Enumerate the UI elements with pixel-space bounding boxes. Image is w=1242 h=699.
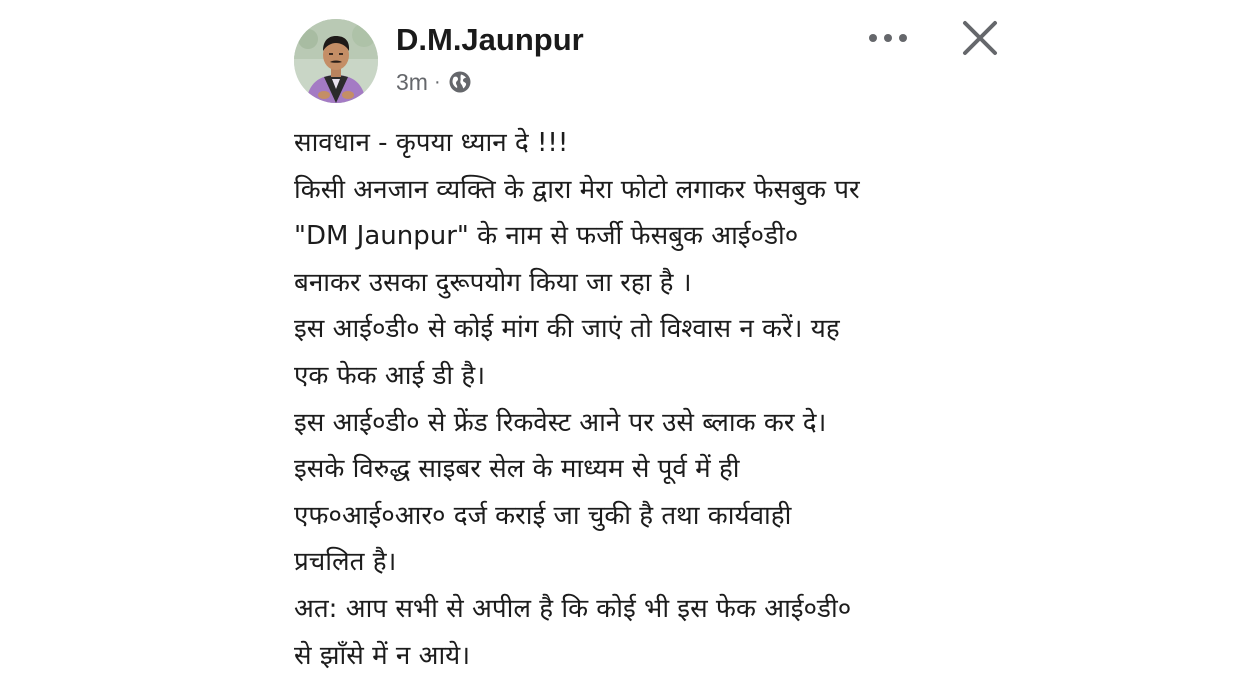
more-options-button[interactable] <box>862 20 914 56</box>
post-text-line: एक फेक आई डी है। <box>294 360 486 391</box>
post-text: सावधान - कृपया ध्यान दे !!! किसी अनजान व… <box>294 120 1194 679</box>
close-button[interactable] <box>956 14 1004 62</box>
close-icon <box>963 21 997 55</box>
meta-separator: · <box>433 70 441 93</box>
author-name[interactable]: D.M.Jaunpur <box>396 20 584 60</box>
post-text-line: अत: आप सभी से अपील है कि कोई भी इस फेक आ… <box>294 593 852 624</box>
post-text-line: किसी अनजान व्यक्ति के द्वारा मेरा फोटो ल… <box>294 174 860 205</box>
post-text-line: सावधान - कृपया ध्यान दे !!! <box>294 128 569 158</box>
post-timestamp[interactable]: 3m <box>396 69 428 96</box>
more-options-icon <box>869 34 907 42</box>
post-text-line: एफ०आई०आर० दर्ज कराई जा चुकी है तथा कार्य… <box>294 500 792 531</box>
post-text-line: प्रचलित है। <box>294 547 397 578</box>
globe-icon[interactable] <box>448 70 472 94</box>
post-meta: 3m · <box>396 66 472 98</box>
post-text-line: से झाँसे में न आये। <box>294 640 471 671</box>
post-text-line: इस आई०डी० से कोई मांग की जाएं तो विश्वास… <box>294 314 840 345</box>
post-text-line: "DM Jaunpur" के नाम से फर्जी फेसबुक आई०ड… <box>294 221 799 252</box>
post-text-line: इसके विरुद्ध साइबर सेल के माध्यम से पूर्… <box>294 454 740 485</box>
facebook-post: D.M.Jaunpur 3m · सावधान - कृपया ध्यान दे… <box>0 0 1242 699</box>
author-avatar[interactable] <box>294 19 378 103</box>
avatar-image <box>294 19 378 103</box>
post-text-line: इस आई०डी० से फ्रेंड रिकवेस्ट आने पर उसे … <box>294 407 827 438</box>
post-text-line: बनाकर उसका दुरूपयोग किया जा रहा है । <box>294 267 692 298</box>
